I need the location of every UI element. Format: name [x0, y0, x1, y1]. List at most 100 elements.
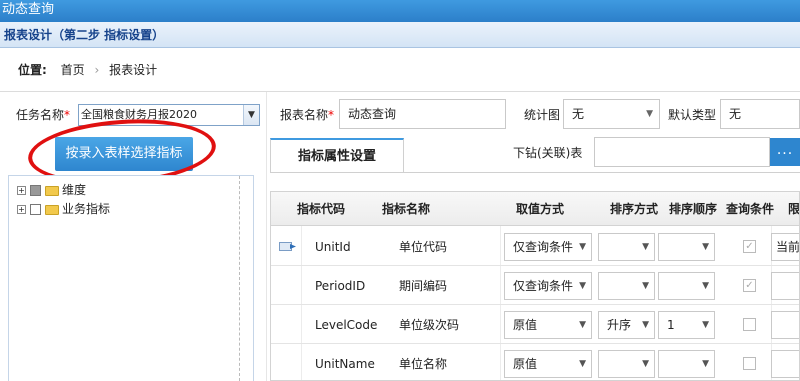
limit-select[interactable] [771, 272, 799, 300]
grid-header: 指标代码 指标名称 取值方式 排序方式 排序顺序 查询条件 限定 [271, 192, 799, 250]
value-mode-select[interactable]: 原值 ▼ [504, 311, 592, 339]
limit-value: 当前 [776, 240, 800, 254]
sort-mode-select[interactable]: ▼ [598, 233, 655, 261]
chevron-down-icon: ▼ [579, 242, 586, 252]
task-name-label-text: 任务名称 [16, 108, 65, 122]
sort-mode-select[interactable]: 升序 ▼ [598, 311, 655, 339]
chevron-down-icon: ▼ [642, 359, 649, 369]
chart-value: 无 [572, 107, 585, 121]
col-header-sort-order[interactable]: 排序顺序 [669, 192, 717, 226]
indicator-code: PeriodID [315, 279, 366, 293]
col-header-query[interactable]: 查询条件 [726, 192, 774, 226]
report-name-label: 报表名称* [280, 106, 334, 123]
folder-icon [45, 204, 59, 215]
window-title: 动态查询 [2, 2, 55, 17]
sort-mode-select[interactable]: ▼ [598, 272, 655, 300]
indicator-name: 期间编码 [399, 279, 448, 293]
breadcrumb-home-link[interactable]: 首页 [61, 63, 85, 77]
breadcrumb-current: 报表设计 [109, 63, 158, 77]
sort-order-select[interactable]: ▼ [658, 272, 715, 300]
tab-indicator-properties[interactable]: 指标属性设置 [270, 138, 404, 172]
col-header-value-mode[interactable]: 取值方式 [516, 192, 564, 226]
value-mode-value: 仅查询条件 [513, 279, 574, 293]
report-name-label-text: 报表名称 [280, 108, 329, 122]
chevron-down-icon: ▼ [702, 359, 709, 369]
query-checkbox[interactable] [743, 318, 756, 331]
tree-node-dimension[interactable]: + 维度 [17, 182, 86, 198]
col-header-sort-mode[interactable]: 排序方式 [610, 192, 658, 226]
chevron-down-icon[interactable]: ▼ [646, 100, 653, 128]
col-header-name[interactable]: 指标名称 [382, 192, 430, 226]
col-header-code[interactable]: 指标代码 [297, 192, 345, 226]
value-mode-select[interactable]: 仅查询条件 ▼ [504, 233, 592, 261]
folder-icon [45, 185, 59, 196]
chevron-down-icon: ▼ [702, 242, 709, 252]
limit-select[interactable]: 当前 [771, 233, 800, 261]
indicator-name: 单位级次码 [399, 318, 460, 332]
indicator-tree: + 维度 + 业务指标 [8, 175, 254, 381]
task-name-select[interactable]: 全国粮食财务月报2020 ▼ [78, 104, 260, 126]
indicator-grid: 指标代码 指标名称 取值方式 排序方式 排序顺序 查询条件 限定 UnitId … [270, 191, 800, 381]
chart-select[interactable]: 无 ▼ [563, 99, 660, 129]
report-name-value: 动态查询 [348, 107, 397, 121]
query-checkbox[interactable]: ✓ [743, 279, 756, 292]
task-name-label: 任务名称* [16, 106, 70, 123]
table-row[interactable]: UnitId 单位代码 仅查询条件 ▼ ▼ ▼ ✓ 当前 [271, 228, 800, 266]
chevron-down-icon: ▼ [702, 281, 709, 291]
required-mark: * [64, 108, 71, 122]
expand-icon[interactable]: + [17, 186, 26, 195]
indicator-name: 单位代码 [399, 240, 448, 254]
chevron-down-icon: ▼ [702, 320, 709, 330]
sort-order-value: 1 [667, 318, 675, 332]
sort-order-select[interactable]: ▼ [658, 350, 715, 378]
drill-browse-button[interactable]: ... [770, 138, 800, 166]
required-mark: * [328, 108, 335, 122]
task-name-value: 全国粮食财务月报2020 [81, 108, 197, 121]
chevron-down-icon: ▼ [579, 281, 586, 291]
limit-select[interactable] [771, 350, 799, 378]
indicator-code: UnitId [315, 240, 351, 254]
chevron-down-icon: ▼ [579, 359, 586, 369]
tree-node-business-indicators[interactable]: + 业务指标 [17, 201, 110, 217]
expand-icon[interactable]: + [17, 205, 26, 214]
limit-select[interactable] [771, 311, 799, 339]
chevron-down-icon: ▼ [579, 320, 586, 330]
breadcrumb-separator-icon: › [94, 63, 100, 77]
tree-scrollbar[interactable] [239, 176, 253, 381]
sort-mode-select[interactable]: ▼ [598, 350, 655, 378]
chevron-down-icon: ▼ [642, 281, 649, 291]
sort-order-select[interactable]: ▼ [658, 233, 715, 261]
tree-node-label: 业务指标 [62, 202, 111, 216]
value-mode-value: 原值 [513, 357, 538, 371]
sort-order-select[interactable]: 1 ▼ [658, 311, 715, 339]
default-type-value: 无 [729, 107, 742, 121]
breadcrumb: 位置: 首页 › 报表设计 [0, 48, 800, 92]
tree-checkbox[interactable] [30, 185, 41, 196]
indicator-code: UnitName [315, 357, 375, 371]
table-row[interactable]: LevelCode 单位级次码 原值 ▼ 升序 ▼ 1 ▼ [271, 306, 799, 344]
window-titlebar: 动态查询 [0, 0, 800, 22]
report-name-input[interactable]: 动态查询 [339, 99, 506, 129]
chart-label: 统计图 [524, 108, 561, 122]
indicator-name: 单位名称 [399, 357, 448, 371]
breadcrumb-label: 位置: [18, 63, 47, 77]
query-checkbox[interactable] [743, 357, 756, 370]
drill-table-input[interactable] [594, 137, 770, 167]
table-row[interactable]: UnitName 单位名称 原值 ▼ ▼ ▼ [271, 345, 799, 380]
panel-divider [266, 92, 267, 381]
table-row[interactable]: PeriodID 期间编码 仅查询条件 ▼ ▼ ▼ ✓ [271, 267, 799, 305]
tab-underline [270, 172, 800, 173]
value-mode-select[interactable]: 仅查询条件 ▼ [504, 272, 592, 300]
query-checkbox[interactable]: ✓ [743, 240, 756, 253]
tree-checkbox[interactable] [30, 204, 41, 215]
value-mode-select[interactable]: 原值 ▼ [504, 350, 592, 378]
value-mode-value: 原值 [513, 318, 538, 332]
panel-title: 报表设计（第二步 指标设置） [4, 28, 165, 42]
default-type-select[interactable]: 无 [720, 99, 800, 129]
panel-header: 报表设计（第二步 指标设置） [0, 22, 800, 48]
drill-table-label: 下钻(关联)表 [513, 146, 583, 160]
indicator-code: LevelCode [315, 318, 378, 332]
chevron-down-icon: ▼ [642, 242, 649, 252]
select-indicators-button[interactable]: 按录入表样选择指标 [55, 137, 193, 171]
chevron-down-icon[interactable]: ▼ [243, 105, 259, 125]
